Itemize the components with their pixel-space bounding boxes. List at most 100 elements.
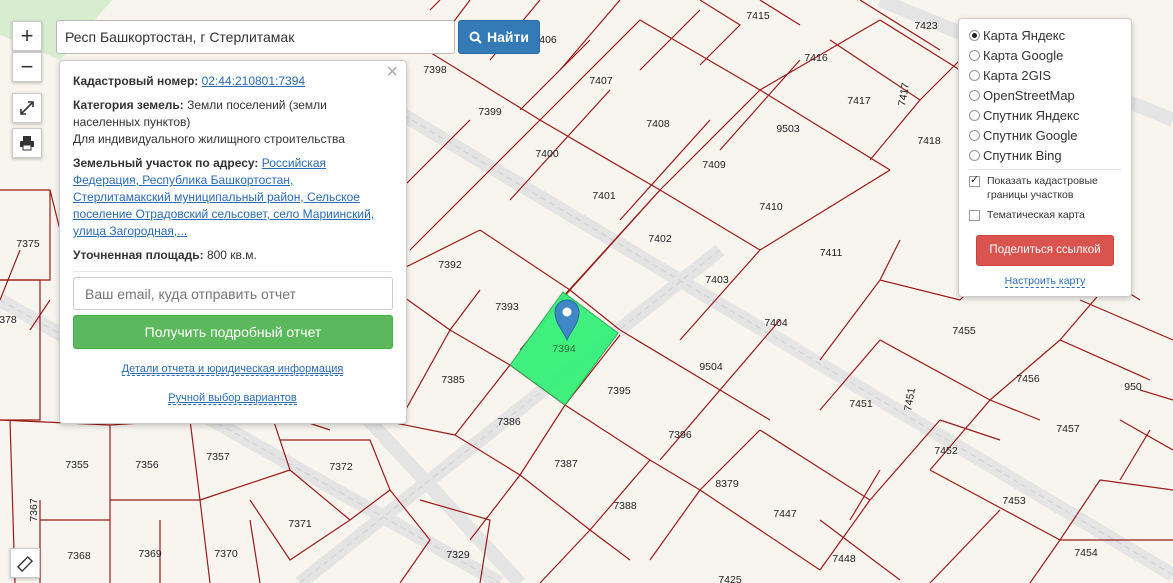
search-button[interactable]: Найти [458,20,540,54]
area-value: 800 кв.м. [206,248,257,262]
parcel-label: 7457 [1056,423,1080,435]
parcel-label: 7408 [646,118,670,130]
parcel-label: 7410 [759,201,783,213]
search-input[interactable] [56,20,455,54]
thematic-map-checkbox-row[interactable]: Тематическая карта [969,208,1121,222]
layer-option-label: Карта Google [983,47,1064,63]
parcel-label: 7455 [952,325,976,337]
cadastral-number-row: Кадастровый номер: 02:44:210801:7394 [73,73,392,90]
land-category-row: Категория земель: Земли поселений (земли… [73,97,392,148]
radio-icon[interactable] [969,89,980,101]
show-borders-checkbox-row[interactable]: Показать кадастровые границы участков [969,173,1121,202]
report-details-link[interactable]: Детали отчета и юридическая информация [73,361,392,378]
address-label: Земельный участок по адресу: [73,156,259,170]
area-label: Уточненная площадь: [73,248,204,262]
close-icon[interactable]: × [386,62,398,82]
layer-option-yandex-satellite[interactable]: Спутник Яндекс [969,105,1121,125]
get-report-button[interactable]: Получить подробный отчет [73,315,393,349]
parcel-label: 7400 [535,148,559,160]
parcel-label: 7370 [214,548,238,560]
layer-option-yandex-map[interactable]: Карта Яндекс [969,25,1121,45]
thematic-map-label: Тематическая карта [987,209,1085,221]
radio-icon[interactable] [969,69,980,81]
parcel-label: 7451 [849,398,873,410]
road-label: 9503 [776,123,800,135]
parcel-label: 7453 [1002,495,1026,507]
parcel-label: 7402 [648,233,672,245]
search-icon [469,31,482,44]
parcel-info-panel: × Кадастровый номер: 02:44:210801:7394 К… [59,60,407,424]
parcel-label-partial: 378 [0,314,17,326]
parcel-label: 8379 [715,478,739,490]
radio-icon[interactable] [969,129,980,141]
radio-icon[interactable] [969,109,980,121]
land-category-label: Категория земель: [73,98,184,112]
radio-icon[interactable] [969,49,980,61]
parcel-label: 7452 [934,445,958,457]
parcel-label: 7456 [1016,373,1040,385]
report-details-label: Детали отчета и юридическая информация [121,363,344,376]
parcel-label: 7368 [67,550,91,562]
radio-icon[interactable] [969,149,980,161]
configure-map-link[interactable]: Настроить карту [969,275,1121,288]
parcel-label: 7356 [135,459,159,471]
manual-selection-label: Ручной выбор вариантов [168,392,297,405]
layer-option-label: Спутник Яндекс [983,107,1080,123]
parcel-label: 7401 [592,190,616,202]
panel-divider [73,271,392,272]
layer-option-bing-satellite[interactable]: Спутник Bing [969,145,1121,165]
parcel-label: 7411 [820,247,843,259]
parcel-label: 7451 [902,387,918,412]
parcel-label: 7372 [329,461,353,473]
parcel-label: 7387 [554,458,578,470]
zoom-out-button[interactable]: − [12,52,42,82]
parcel-label: 7403 [705,274,729,286]
cadastral-number-label: Кадастровый номер: [73,74,199,88]
manual-selection-link[interactable]: Ручной выбор вариантов [73,390,392,407]
parcel-label: 7329 [446,549,470,561]
parcel-label: 7355 [65,459,89,471]
layer-option-openstreetmap[interactable]: OpenStreetMap [969,85,1121,105]
parcel-label: 7393 [495,301,519,313]
cadastral-number-link[interactable]: 02:44:210801:7394 [202,74,305,88]
zoom-in-button[interactable]: + [12,21,42,51]
checkbox-checked-icon[interactable] [969,173,980,187]
parcel-label: 7407 [589,75,613,87]
layer-option-label: OpenStreetMap [983,87,1075,103]
parcel-label: 7386 [497,416,521,428]
parcel-label: 7404 [764,317,788,329]
email-field[interactable] [73,277,393,310]
parcel-label: 7415 [746,10,770,22]
parcel-label: 7448 [832,553,856,565]
ruler-button[interactable] [10,548,40,578]
parcel-label-partial: 7425 [718,574,742,583]
layer-option-label: Карта Яндекс [983,27,1066,43]
parcel-label: 7398 [423,64,447,76]
checkbox-icon[interactable] [969,210,980,221]
print-button[interactable] [12,128,42,158]
area-row: Уточненная площадь: 800 кв.м. [73,247,392,264]
layer-option-2gis-map[interactable]: Карта 2GIS [969,65,1121,85]
parcel-label: 7375 [16,238,40,250]
parcel-label: 7369 [138,548,162,560]
layer-option-google-satellite[interactable]: Спутник Google [969,125,1121,145]
parcel-label: 7454 [1074,547,1098,559]
layer-option-google-map[interactable]: Карта Google [969,45,1121,65]
radio-selected-icon[interactable] [969,29,980,41]
layer-option-label: Спутник Bing [983,147,1062,163]
parcel-label: 7395 [607,385,631,397]
fullscreen-button[interactable] [12,93,42,123]
parcel-label: 7418 [917,135,941,147]
layer-option-label: Спутник Google [983,127,1078,143]
parcel-label: 7423 [914,20,938,32]
land-usage: Для индивидуального жилищного строительс… [73,132,345,146]
parcel-label: 7367 [28,498,40,522]
parcel-label: 7416 [804,52,828,64]
selected-parcel-label: 7394 [552,343,576,355]
layers-divider [969,169,1121,170]
road-label: 9504 [699,361,723,373]
parcel-label: 7357 [206,451,230,463]
share-link-button[interactable]: Поделиться ссылкой [976,235,1114,266]
parcel-label: 7409 [702,159,726,171]
layer-option-label: Карта 2GIS [983,67,1052,83]
